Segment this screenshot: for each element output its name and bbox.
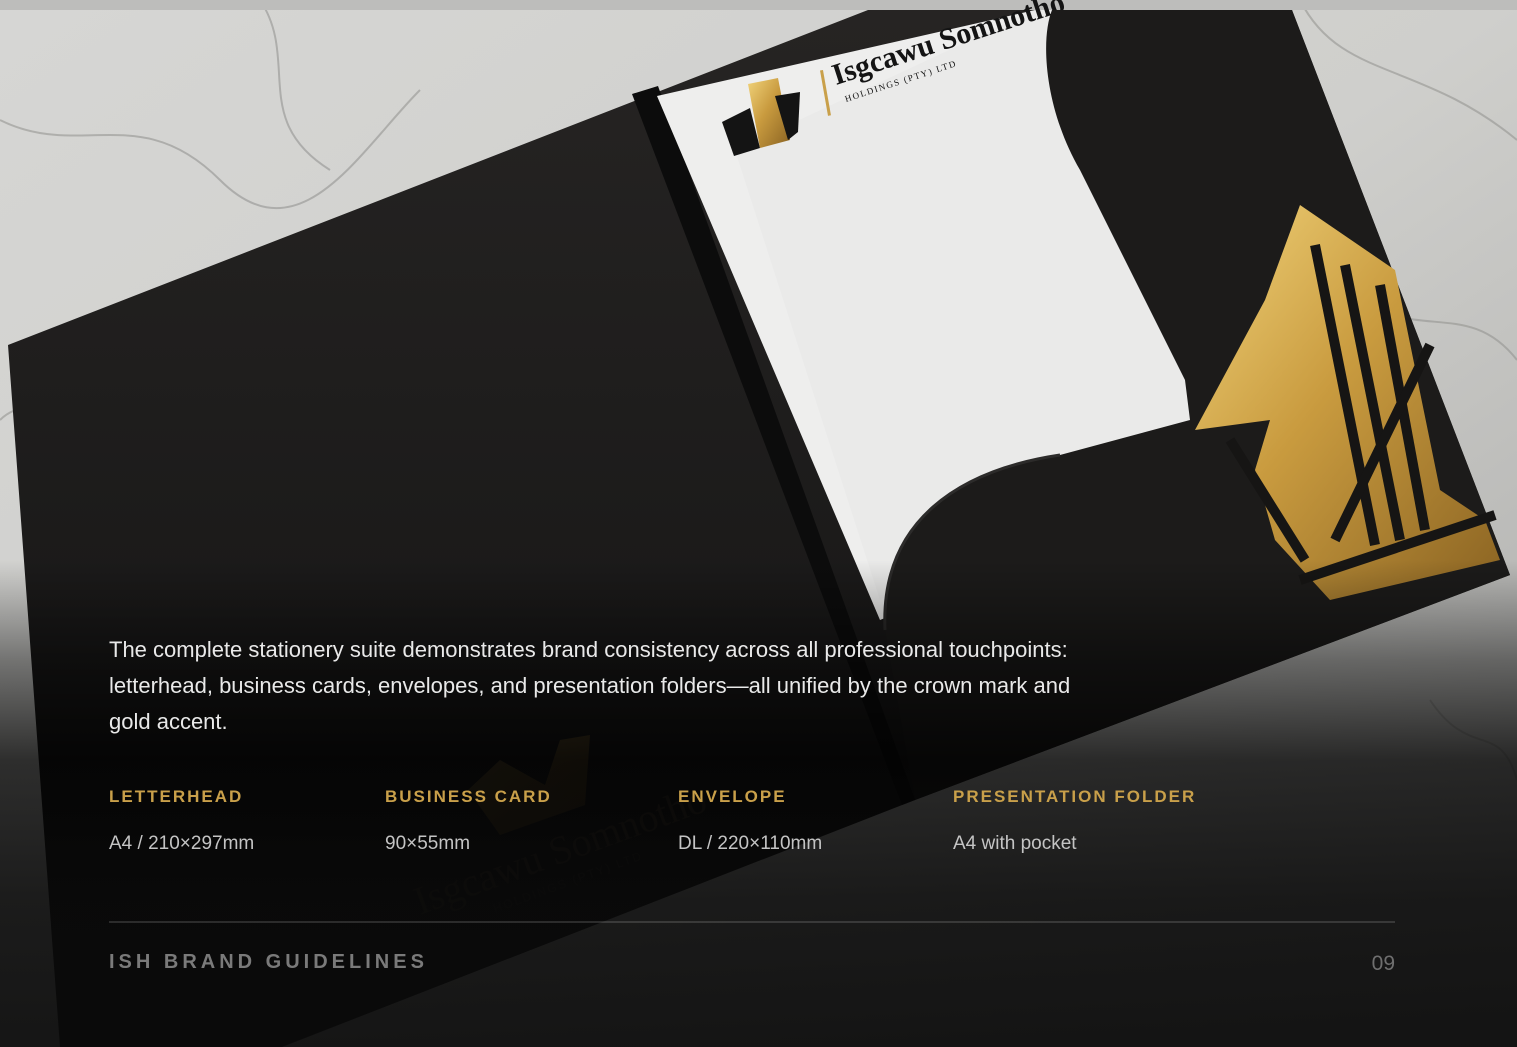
spec-envelope: ENVELOPE DL / 220×110mm: [678, 786, 822, 856]
spec-business-card: BUSINESS CARD 90×55mm: [385, 786, 552, 856]
spec-value: DL / 220×110mm: [678, 833, 823, 854]
spec-label: LETTERHEAD: [109, 787, 244, 806]
spec-value: 90×55mm: [385, 833, 471, 854]
dark-gradient-overlay: [0, 0, 1517, 1047]
spec-presentation-folder: PRESENTATION FOLDER A4 with pocket: [953, 786, 1196, 856]
stationery-specs: LETTERHEAD A4 / 210×297mm BUSINESS CARD …: [109, 786, 1399, 866]
spec-label: BUSINESS CARD: [385, 787, 552, 806]
page-number: 09: [1371, 952, 1395, 975]
spec-label: PRESENTATION FOLDER: [953, 787, 1197, 806]
spec-letterhead: LETTERHEAD A4 / 210×297mm: [109, 786, 254, 856]
footer-divider: [109, 921, 1395, 923]
spec-value: A4 with pocket: [953, 833, 1077, 854]
spec-label: ENVELOPE: [678, 787, 787, 806]
stationery-description: The complete stationery suite demonstrat…: [109, 637, 1071, 734]
footer-title: ISH BRAND GUIDELINES: [109, 951, 428, 973]
spec-value: A4 / 210×297mm: [109, 833, 255, 854]
